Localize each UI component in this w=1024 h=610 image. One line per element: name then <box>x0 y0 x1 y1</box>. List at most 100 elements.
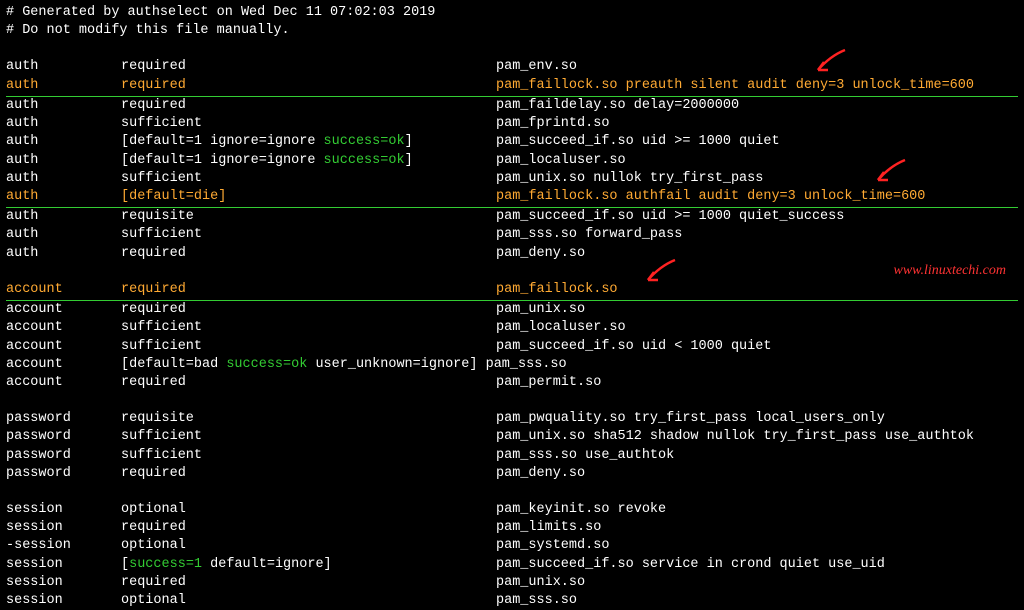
pam-type: account <box>6 338 121 356</box>
pam-control: [default=bad success=ok user_unknown=ign… <box>121 356 477 374</box>
config-line: sessionrequiredpam_limits.so <box>6 519 1018 537</box>
pam-control: required <box>121 245 496 263</box>
pam-type: auth <box>6 115 121 133</box>
pam-control: sufficient <box>121 428 496 446</box>
pam-type: auth <box>6 188 121 206</box>
pam-module: pam_faillock.so <box>496 281 618 299</box>
pam-control: required <box>121 465 496 483</box>
pam-type: -session <box>6 537 121 555</box>
pam-control: required <box>121 301 496 319</box>
pam-control: requisite <box>121 410 496 428</box>
pam-module: pam_faildelay.so delay=2000000 <box>496 97 739 115</box>
config-line: accountrequiredpam_permit.so <box>6 374 1018 392</box>
config-line: authsufficientpam_sss.so forward_pass <box>6 226 1018 244</box>
terminal-output: # Generated by authselect on Wed Dec 11 … <box>6 4 1018 610</box>
pam-module: pam_unix.so nullok try_first_pass <box>496 170 763 188</box>
pam-module: pam_succeed_if.so service in crond quiet… <box>496 556 885 574</box>
pam-control: required <box>121 574 496 592</box>
config-line: authrequiredpam_deny.so <box>6 245 1018 263</box>
pam-module: pam_localuser.so <box>496 152 626 170</box>
pam-type: password <box>6 465 121 483</box>
pam-control: [default=1 ignore=ignore success=ok] <box>121 152 496 170</box>
pam-control: sufficient <box>121 319 496 337</box>
pam-type: auth <box>6 226 121 244</box>
pam-control: required <box>121 97 496 115</box>
pam-module: pam_sss.so <box>496 592 577 610</box>
pam-type: session <box>6 574 121 592</box>
pam-type: session <box>6 519 121 537</box>
comment-line: # Generated by authselect on Wed Dec 11 … <box>6 4 1018 22</box>
pam-module: pam_keyinit.so revoke <box>496 501 666 519</box>
pam-module: pam_faillock.so preauth silent audit den… <box>496 77 974 95</box>
pam-module: pam_unix.so sha512 shadow nullok try_fir… <box>496 428 974 446</box>
pam-module: pam_pwquality.so try_first_pass local_us… <box>496 410 885 428</box>
pam-type: password <box>6 447 121 465</box>
pam-control: required <box>121 77 496 95</box>
pam-module: pam_deny.so <box>496 465 585 483</box>
pam-module: pam_systemd.so <box>496 537 609 555</box>
config-line: authrequisitepam_succeed_if.so uid >= 10… <box>6 208 1018 226</box>
pam-module: pam_fprintd.so <box>496 115 609 133</box>
config-line: passwordsufficientpam_unix.so sha512 sha… <box>6 428 1018 446</box>
pam-type: account <box>6 374 121 392</box>
pam-type: password <box>6 428 121 446</box>
pam-module: pam_unix.so <box>496 301 585 319</box>
config-line: sessionrequiredpam_unix.so <box>6 574 1018 592</box>
pam-type: account <box>6 281 121 299</box>
pam-module: pam_succeed_if.so uid >= 1000 quiet_succ… <box>496 208 844 226</box>
pam-control: [default=die] <box>121 188 496 206</box>
pam-control: [default=1 ignore=ignore success=ok] <box>121 133 496 151</box>
pam-module: pam_deny.so <box>496 245 585 263</box>
config-line: auth[default=1 ignore=ignore success=ok]… <box>6 152 1018 170</box>
pam-control: optional <box>121 537 496 555</box>
config-line: accountrequiredpam_unix.so <box>6 301 1018 319</box>
config-line: authrequiredpam_env.so <box>6 58 1018 76</box>
pam-type: session <box>6 556 121 574</box>
pam-module: pam_succeed_if.so uid >= 1000 quiet <box>496 133 780 151</box>
pam-control: required <box>121 519 496 537</box>
pam-type: session <box>6 501 121 519</box>
blank-line <box>6 40 1018 58</box>
config-line: account[default=bad success=ok user_unkn… <box>6 356 1018 374</box>
pam-type: auth <box>6 97 121 115</box>
pam-type: auth <box>6 133 121 151</box>
config-line: passwordsufficientpam_sss.so use_authtok <box>6 447 1018 465</box>
pam-type: auth <box>6 152 121 170</box>
pam-type: auth <box>6 170 121 188</box>
config-line: auth[default=die]pam_faillock.so authfai… <box>6 188 1018 208</box>
pam-type: auth <box>6 77 121 95</box>
pam-control: required <box>121 374 496 392</box>
config-line: authsufficientpam_fprintd.so <box>6 115 1018 133</box>
config-line: -sessionoptionalpam_systemd.so <box>6 537 1018 555</box>
pam-type: auth <box>6 245 121 263</box>
pam-control: [success=1 default=ignore] <box>121 556 496 574</box>
pam-type: account <box>6 356 121 374</box>
pam-module: pam_sss.so <box>486 356 567 374</box>
pam-control: required <box>121 281 496 299</box>
pam-module: pam_succeed_if.so uid < 1000 quiet <box>496 338 771 356</box>
pam-type: password <box>6 410 121 428</box>
config-line: accountsufficientpam_localuser.so <box>6 319 1018 337</box>
config-line: accountsufficientpam_succeed_if.so uid <… <box>6 338 1018 356</box>
pam-control: sufficient <box>121 226 496 244</box>
pam-type: auth <box>6 58 121 76</box>
pam-module: pam_faillock.so authfail audit deny=3 un… <box>496 188 925 206</box>
pam-module: pam_permit.so <box>496 374 601 392</box>
config-line: accountrequiredpam_faillock.so <box>6 281 1018 301</box>
pam-control: required <box>121 58 496 76</box>
pam-control: sufficient <box>121 115 496 133</box>
config-line: authsufficientpam_unix.so nullok try_fir… <box>6 170 1018 188</box>
pam-module: pam_env.so <box>496 58 577 76</box>
pam-type: session <box>6 592 121 610</box>
config-line: auth[default=1 ignore=ignore success=ok]… <box>6 133 1018 151</box>
pam-control: sufficient <box>121 170 496 188</box>
pam-module: pam_unix.so <box>496 574 585 592</box>
config-line: passwordrequisitepam_pwquality.so try_fi… <box>6 410 1018 428</box>
comment-line: # Do not modify this file manually. <box>6 22 1018 40</box>
pam-control: optional <box>121 501 496 519</box>
pam-control: optional <box>121 592 496 610</box>
pam-module: pam_limits.so <box>496 519 601 537</box>
blank-line <box>6 392 1018 410</box>
pam-type: account <box>6 319 121 337</box>
config-line: sessionoptionalpam_keyinit.so revoke <box>6 501 1018 519</box>
